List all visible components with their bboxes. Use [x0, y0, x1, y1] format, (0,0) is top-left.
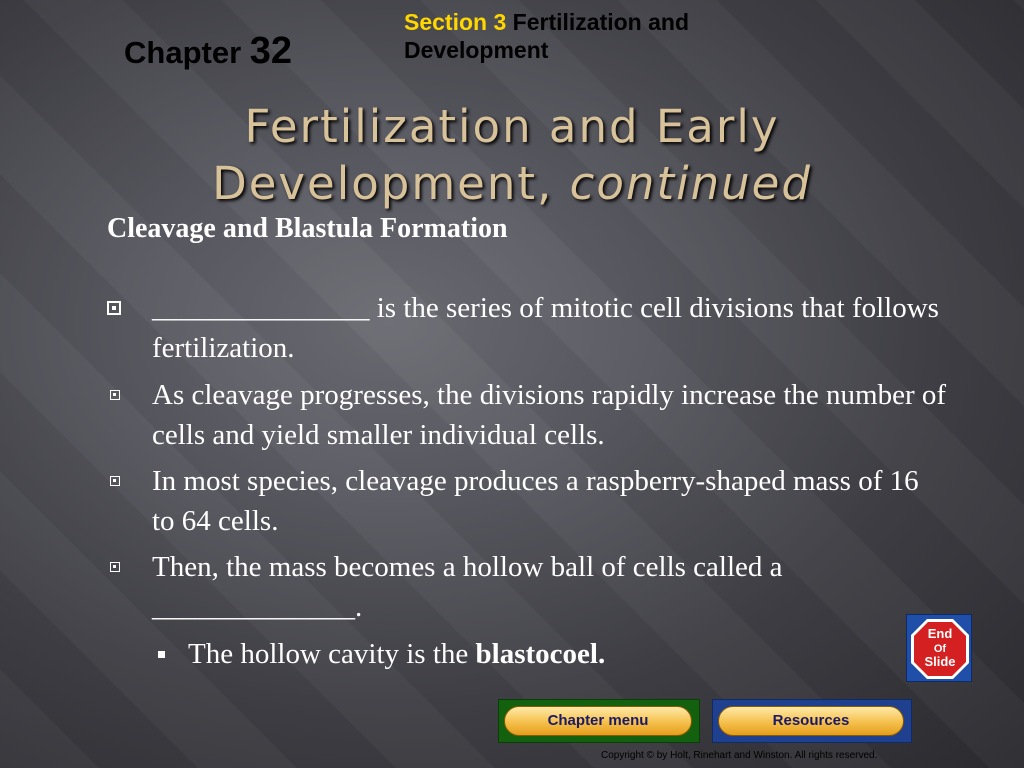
resources-button[interactable]: Resources — [718, 706, 904, 736]
filled-square-bullet-icon — [158, 651, 165, 658]
copyright-notice: Copyright © by Holt, Rinehart and Winsto… — [601, 750, 878, 761]
fill-in-blank: ______________ — [152, 591, 355, 623]
bullet-item-3: In most species, cleavage produces a ras… — [107, 461, 947, 541]
stop-sign-graphic: End Of Slide — [911, 619, 969, 679]
section-label: Section 3 — [404, 9, 507, 35]
bullet-item-4: Then, the mass becomes a hollow ball of … — [107, 547, 947, 627]
chapter-heading: Chapter 32 — [124, 30, 292, 73]
slide-title-main: Fertilization and Early — [244, 100, 780, 153]
bullet-end: . — [355, 591, 363, 623]
square-bullet-icon — [110, 562, 120, 572]
sub-bullet-item: The hollow cavity is the blastocoel. — [155, 634, 855, 674]
section-heading: Section 3 Fertilization and Development — [404, 8, 824, 64]
bullet-text-body: Then, the mass becomes a hollow ball of … — [152, 551, 783, 583]
resources-button-frame: Resources — [712, 699, 912, 743]
slide-subtitle: Cleavage and Blastula Formation — [107, 213, 508, 244]
fill-in-blank: _______________ — [152, 292, 370, 324]
stop-sign-line3: Slide — [924, 654, 955, 669]
square-bullet-icon — [110, 390, 120, 400]
slide-title-line2: Development, — [212, 157, 554, 210]
sub-bullet-text: The hollow cavity is the blastocoel. — [188, 634, 855, 674]
bullet-item-1: _______________ is the series of mitotic… — [107, 288, 947, 368]
end-of-slide-stop-sign-icon[interactable]: End Of Slide — [906, 614, 972, 682]
bullet-text: In most species, cleavage produces a ras… — [152, 465, 919, 537]
bullet-text: Then, the mass becomes a hollow ball of … — [152, 547, 947, 627]
square-bullet-icon — [107, 301, 121, 315]
slide-title-continued: continued — [569, 157, 812, 210]
square-bullet-icon — [110, 476, 120, 486]
bullet-text: As cleavage progresses, the divisions ra… — [152, 379, 947, 451]
sub-bullet-bold-term: blastocoel. — [475, 638, 606, 670]
chapter-menu-button-frame: Chapter menu — [498, 699, 700, 743]
chapter-menu-button[interactable]: Chapter menu — [504, 706, 692, 736]
sub-bullet-text-body: The hollow cavity is the — [188, 638, 476, 670]
bullet-text: _______________ is the series of mitotic… — [152, 288, 947, 368]
slide-title: Fertilization and Early Development, cont… — [0, 98, 1024, 212]
stop-sign-line1: End — [928, 626, 953, 641]
chapter-number: 32 — [249, 30, 293, 72]
chapter-label: Chapter — [124, 35, 242, 70]
bullet-item-2: As cleavage progresses, the divisions ra… — [107, 375, 947, 455]
